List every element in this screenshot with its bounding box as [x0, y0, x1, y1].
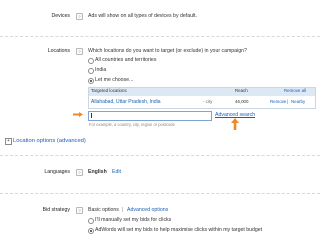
- location-row-name[interactable]: Allahabad, Uttar Pradesh, India: [91, 99, 161, 105]
- pointer-up-arrow-icon: [231, 118, 239, 130]
- divider: [0, 155, 320, 156]
- header-reach: Reach: [235, 88, 248, 93]
- radio-manual-bids[interactable]: [88, 218, 94, 224]
- locations-help-icon[interactable]: ?: [76, 48, 83, 55]
- languages-edit-link[interactable]: Edit: [112, 169, 121, 175]
- header-targeted-locations: Targeted locations: [91, 88, 127, 93]
- languages-label: Languages: [44, 169, 70, 175]
- row-action-separator: |: [287, 99, 289, 104]
- divider: [0, 36, 320, 37]
- locations-question: Which locations do you want to target (o…: [88, 48, 247, 54]
- remove-all-link[interactable]: Remove all: [284, 88, 306, 93]
- location-row-nearby[interactable]: Nearby: [291, 99, 305, 104]
- option-all-countries-label: All countries and territories: [95, 57, 157, 63]
- expand-icon[interactable]: +: [5, 138, 12, 145]
- option-auto-bids-label: AdWords will set my bids to help maximis…: [95, 227, 263, 233]
- radio-india[interactable]: [88, 68, 94, 74]
- languages-value: English: [88, 169, 107, 175]
- basic-options-label: Basic options: [88, 207, 119, 213]
- location-options-link[interactable]: Location options (advanced): [13, 138, 86, 144]
- radio-let-me-choose[interactable]: [88, 78, 94, 84]
- advanced-options-link[interactable]: Advanced options: [127, 207, 168, 213]
- devices-help-icon[interactable]: ?: [76, 13, 83, 20]
- bid-strategy-label: Bid strategy: [42, 207, 70, 213]
- pointer-arrow-icon: [73, 112, 83, 117]
- bid-strategy-help-icon[interactable]: ?: [76, 207, 83, 214]
- devices-text: Ads will show on all types of devices by…: [88, 13, 197, 19]
- devices-label: Devices: [51, 13, 70, 19]
- text-cursor: [91, 113, 92, 118]
- radio-all-countries[interactable]: [88, 58, 94, 64]
- location-row-reach: 46,000: [235, 99, 249, 104]
- languages-help-icon[interactable]: ?: [76, 169, 83, 176]
- divider: [0, 193, 320, 194]
- location-row-remove[interactable]: Remove: [270, 99, 286, 104]
- option-india-label: India: [95, 67, 107, 73]
- search-hint: For example, a country, city, region or …: [89, 122, 175, 127]
- location-row-type: - city: [203, 99, 213, 104]
- location-search-input[interactable]: [88, 111, 212, 121]
- radio-auto-bids[interactable]: [88, 228, 94, 234]
- option-let-me-choose-label: Let me choose...: [95, 77, 134, 83]
- locations-label: Locations: [47, 48, 70, 54]
- option-manual-bids-label: I'll manually set my bids for clicks: [95, 217, 172, 223]
- mode-separator: |: [122, 207, 124, 213]
